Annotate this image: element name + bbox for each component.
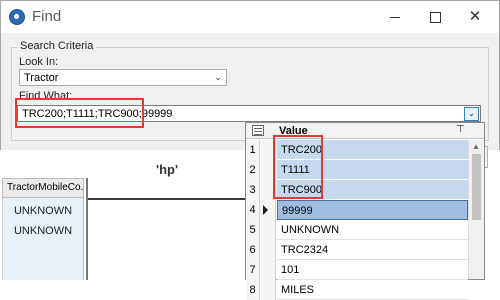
list-item[interactable]: 7 101	[246, 260, 468, 280]
look-in-value: Tractor	[24, 72, 59, 84]
background-cell: UNKNOWN	[13, 205, 73, 217]
background-cell: UNKNOWN	[13, 225, 73, 237]
list-item[interactable]: 5 UNKNOWN	[246, 220, 468, 240]
background-column-header: TractorMobileCo...	[2, 178, 84, 198]
pin-icon[interactable]: ⊤	[456, 124, 465, 135]
row-value[interactable]: TRC2324	[277, 240, 468, 260]
look-in-label: Look In:	[19, 56, 59, 68]
row-indicator	[260, 220, 276, 240]
scrollbar-thumb[interactable]	[472, 154, 481, 220]
highlight-box-matches	[273, 135, 323, 199]
dropdown-scrollbar[interactable]: ▲	[468, 140, 484, 279]
look-in-select[interactable]: Tractor ⌄	[19, 69, 227, 86]
row-index: 4	[246, 200, 260, 220]
title-bar: Find ✕	[1, 1, 499, 33]
row-indicator	[260, 280, 276, 300]
row-value[interactable]: 99999	[277, 200, 468, 220]
list-item[interactable]: 8 MILES	[246, 280, 468, 300]
row-indicator	[260, 240, 276, 260]
window-title: Find	[32, 8, 62, 25]
row-index: 2	[246, 160, 260, 180]
row-index: 8	[246, 280, 260, 300]
row-index: 7	[246, 260, 260, 280]
row-index: 6	[246, 240, 260, 260]
list-item[interactable]: 6 TRC2324	[246, 240, 468, 260]
chevron-down-icon[interactable]: ⌄	[210, 70, 226, 85]
row-index: 3	[246, 180, 260, 200]
list-item-current[interactable]: 4 99999	[246, 200, 468, 220]
row-indicator	[260, 200, 276, 220]
row-value[interactable]: UNKNOWN	[277, 220, 468, 240]
row-value[interactable]: MILES	[277, 280, 468, 300]
list-icon	[252, 125, 264, 136]
row-indicator	[260, 260, 276, 280]
current-row-arrow-icon	[263, 205, 268, 215]
background-text-fragment: 'hp'	[156, 162, 179, 177]
row-value[interactable]: 101	[277, 260, 468, 280]
scroll-up-icon[interactable]: ▲	[472, 142, 480, 151]
find-what-dropdown-button[interactable]: ⌄	[464, 107, 479, 121]
row-index: 5	[246, 220, 260, 240]
minimize-button[interactable]	[375, 1, 415, 33]
background-divider	[86, 178, 88, 280]
maximize-button[interactable]	[415, 1, 455, 33]
row-index: 1	[246, 140, 260, 160]
app-icon	[9, 9, 25, 25]
highlight-box-find-what	[15, 98, 144, 128]
close-button[interactable]: ✕	[455, 1, 495, 33]
background-divider	[88, 198, 248, 200]
search-criteria-label: Search Criteria	[17, 40, 97, 52]
